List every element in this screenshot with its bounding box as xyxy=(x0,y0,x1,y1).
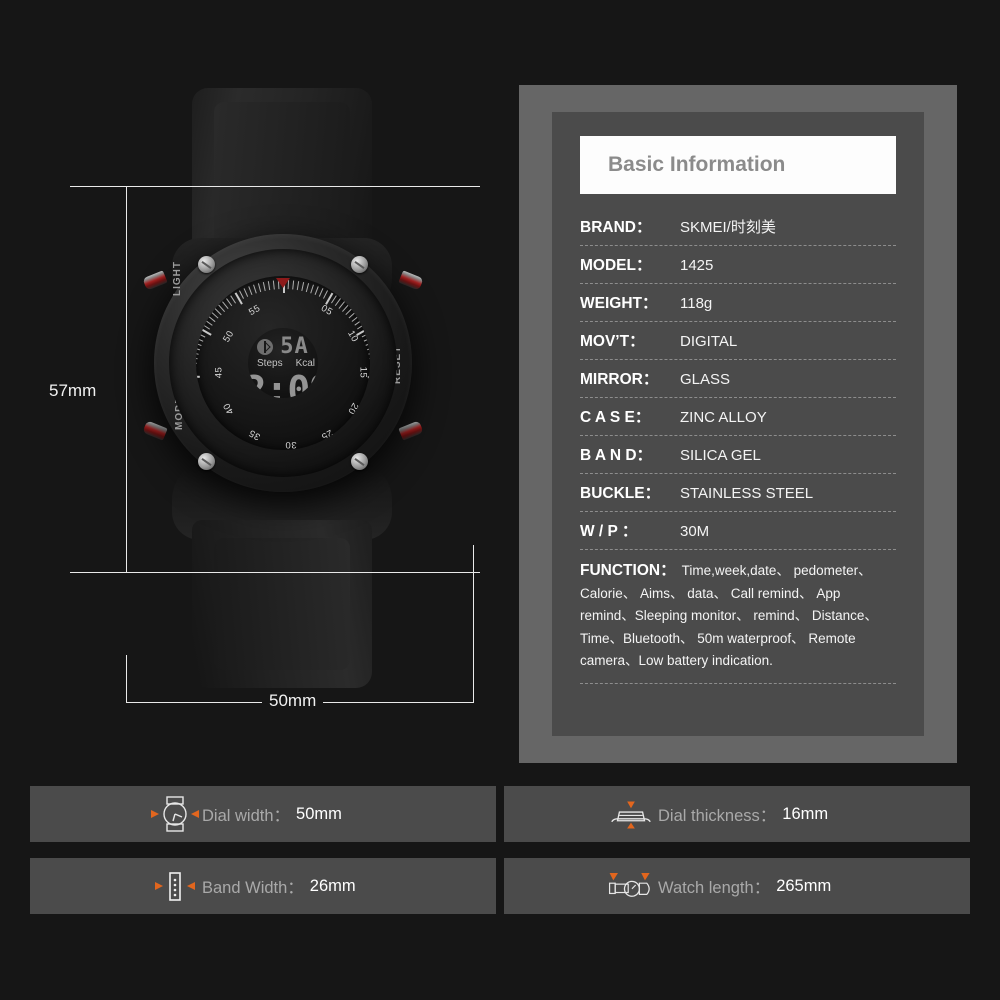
spec-row-list: BRAND： SKMEI/时刻美 MODEL： 1425 WEIGHT： 118g MOV’… xyxy=(580,208,896,684)
bezel-number: 15 xyxy=(357,366,369,379)
product-spec-page: LIGHT MODE RESET 05 10 15 20 25 30 35 40 45 50 55 … xyxy=(0,0,1000,1000)
info-label-watch-length: Watch length： xyxy=(658,879,771,897)
spec-row-value: SILICA GEL xyxy=(680,447,761,464)
spec-row-key: W / P ： xyxy=(580,523,638,540)
dim-height-tick-top xyxy=(70,186,480,187)
info-label-dial-thickness: Dial thickness： xyxy=(658,807,777,825)
dim-width-tick-left xyxy=(126,655,127,703)
watch-lcd-display: 5A (🔔) Steps Kcal Km PM 12:09 xyxy=(248,328,318,398)
dial-thickness-icon xyxy=(604,795,658,833)
case-screw-bl xyxy=(198,453,215,470)
spec-row-value: STAINLESS STEEL xyxy=(680,485,814,502)
spec-row: BUCKLE： STAINLESS STEEL xyxy=(580,474,896,512)
case-screw-tr xyxy=(351,256,368,273)
dial-width-icon xyxy=(148,795,202,833)
spec-panel-header: Basic Information xyxy=(580,136,896,194)
spec-row: MOV’T： DIGITAL xyxy=(580,322,896,360)
case-screw-tl xyxy=(198,256,215,273)
spec-row-value: 118g xyxy=(680,295,713,312)
spec-row-value: 1425 xyxy=(680,257,714,274)
info-value-band-width: 26mm xyxy=(309,876,356,895)
dim-height-label: 57mm xyxy=(42,381,104,401)
spec-row-key: MODEL： xyxy=(580,257,652,274)
watch-product-image: LIGHT MODE RESET 05 10 15 20 25 30 35 40 45 50 55 … xyxy=(118,88,448,688)
info-value-dial-width: 50mm xyxy=(296,804,342,823)
spec-row: MIRROR： GLASS xyxy=(580,360,896,398)
spec-row: W / P ： 30M xyxy=(580,512,896,550)
watch-photo-pane: LIGHT MODE RESET 05 10 15 20 25 30 35 40 45 50 55 … xyxy=(0,0,505,775)
spec-row-value: DIGITAL xyxy=(680,333,738,350)
watch-length-icon xyxy=(604,867,658,905)
watch-case: LIGHT MODE RESET 05 10 15 20 25 30 35 40 45 50 55 … xyxy=(154,234,412,492)
spec-row-key: MOV’T： xyxy=(580,333,645,350)
lcd-top-row: 5A xyxy=(257,334,309,359)
spec-row: BRAND： SKMEI/时刻美 xyxy=(580,208,896,246)
info-bar-group: Dial width： 50mm Band Width： 26mm Dial t… xyxy=(0,786,1000,921)
spec-row-function: FUNCTION： Time,week,date、 pedometer、Calor… xyxy=(580,550,896,684)
info-bar-dial-thickness: Dial thickness： 16mm xyxy=(504,786,970,842)
spec-row-key: FUNCTION： xyxy=(580,562,676,579)
bezel-marker-triangle xyxy=(276,278,290,288)
spec-row-value: SKMEI/时刻美 xyxy=(680,219,776,236)
spec-row-key: BRAND： xyxy=(580,219,652,236)
button-reset[interactable] xyxy=(398,420,424,441)
watch-case-middle: 0510152025303540455055 5A (🔔) Steps Kcal xyxy=(169,249,397,477)
button-reset-top[interactable] xyxy=(398,270,424,291)
band-width-icon xyxy=(148,867,202,905)
button-label-light: LIGHT xyxy=(172,261,183,296)
spec-row-value: GLASS xyxy=(680,371,731,388)
spec-panel-frame: Basic Information BRAND： SKMEI/时刻美 MODEL： 1… xyxy=(519,85,957,763)
dim-width-label: 50mm xyxy=(262,691,324,711)
info-value-watch-length: 265mm xyxy=(776,876,832,895)
watch-bezel: 0510152025303540455055 5A (🔔) Steps Kcal xyxy=(196,276,370,450)
button-light[interactable] xyxy=(142,270,168,291)
spec-panel-title: Basic Information xyxy=(608,153,786,176)
dim-width-tick-right xyxy=(473,545,474,703)
button-mode[interactable] xyxy=(142,420,168,441)
bezel-number: 45 xyxy=(213,366,225,379)
info-bar-watch-length: Watch length： 265mm xyxy=(504,858,970,914)
info-value-dial-thickness: 16mm xyxy=(782,804,829,823)
bezel-number: 30 xyxy=(285,439,297,450)
spec-row-key: C A S E： xyxy=(580,409,651,426)
spec-row-key: WEIGHT： xyxy=(580,295,658,312)
lcd-segment-top: 5A xyxy=(280,334,309,359)
info-bar-dial-width: Dial width： 50mm xyxy=(30,786,496,842)
spec-row: MODEL： 1425 xyxy=(580,246,896,284)
info-label-dial-width: Dial width： xyxy=(202,807,291,825)
dim-height-line xyxy=(126,186,127,573)
spec-row-value: 30M xyxy=(680,523,710,540)
bluetooth-icon xyxy=(257,339,274,355)
dim-height-tick-bottom xyxy=(70,572,480,573)
spec-row-key: BUCKLE： xyxy=(580,485,661,502)
spec-row-key: MIRROR： xyxy=(580,371,659,388)
spec-row: B A N D： SILICA GEL xyxy=(580,436,896,474)
watch-band-bottom xyxy=(192,520,372,688)
spec-row: C A S E： ZINC ALLOY xyxy=(580,398,896,436)
spec-row: WEIGHT： 118g xyxy=(580,284,896,322)
spec-row-value: ZINC ALLOY xyxy=(680,409,767,426)
case-screw-br xyxy=(351,453,368,470)
info-bar-band-width: Band Width： 26mm xyxy=(30,858,496,914)
spec-row-key: B A N D： xyxy=(580,447,653,464)
info-label-band-width: Band Width： xyxy=(202,879,304,897)
spec-panel: Basic Information BRAND： SKMEI/时刻美 MODEL： 1… xyxy=(552,112,924,736)
